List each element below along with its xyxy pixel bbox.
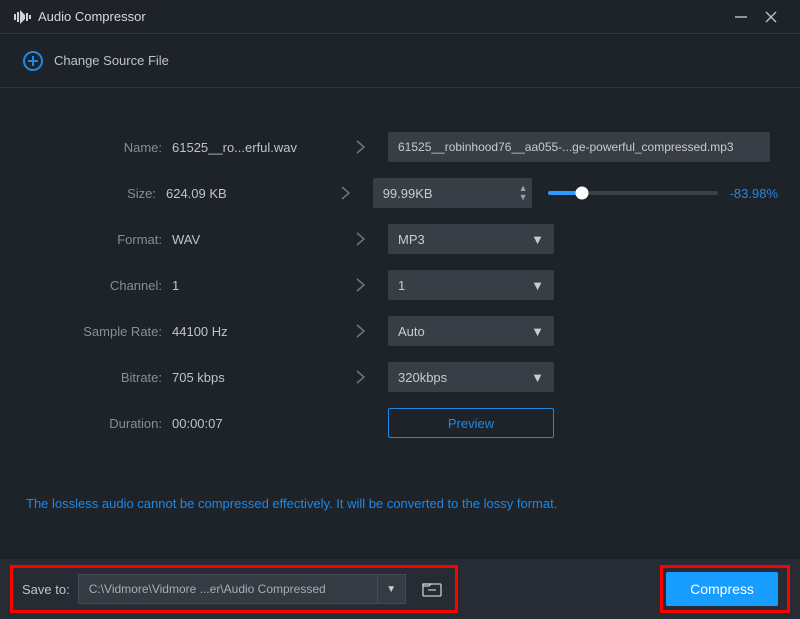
format-dropdown-value: MP3 [398,232,425,247]
slider-thumb[interactable] [575,187,588,200]
channel-label: Channel: [22,278,172,293]
channel-row: Channel: 1 1 ▼ [22,262,778,308]
footer-bar: Save to: C:\Vidmore\Vidmore ...er\Audio … [0,559,800,619]
stepper-arrows-icon[interactable]: ▲▼ [519,184,528,202]
preview-button-label: Preview [448,416,494,431]
size-percent: -83.98% [730,186,778,201]
chevron-down-icon: ▼ [531,278,544,293]
bitrate-value: 705 kbps [172,370,332,385]
chevron-right-icon [319,186,373,200]
samplerate-label: Sample Rate: [22,324,172,339]
chevron-down-icon: ▼ [386,584,396,595]
format-dropdown[interactable]: MP3 ▼ [388,224,554,254]
channel-value: 1 [172,278,332,293]
app-icon [14,10,32,24]
chevron-right-icon [332,370,388,384]
chevron-right-icon [332,232,388,246]
samplerate-dropdown-value: Auto [398,324,425,339]
bitrate-label: Bitrate: [22,370,172,385]
chevron-right-icon [332,140,388,154]
main-content: Name: 61525__ro...erful.wav 61525__robin… [0,88,800,511]
compress-button-label: Compress [690,581,754,597]
size-label: Size: [22,186,166,201]
chevron-right-icon [332,278,388,292]
name-label: Name: [22,140,172,155]
name-value: 61525__ro...erful.wav [172,140,332,155]
bitrate-dropdown-value: 320kbps [398,370,447,385]
preview-button[interactable]: Preview [388,408,554,438]
duration-row: Duration: 00:00:07 Preview [22,400,778,446]
save-path-input[interactable]: C:\Vidmore\Vidmore ...er\Audio Compresse… [78,574,378,604]
close-button[interactable] [756,2,786,32]
compress-button[interactable]: Compress [666,572,778,606]
channel-dropdown-value: 1 [398,278,405,293]
size-slider[interactable] [548,191,718,195]
samplerate-row: Sample Rate: 44100 Hz Auto ▼ [22,308,778,354]
format-value: WAV [172,232,332,247]
samplerate-value: 44100 Hz [172,324,332,339]
size-value: 624.09 KB [166,186,319,201]
chevron-right-icon [332,324,388,338]
size-row: Size: 624.09 KB 99.99KB ▲▼ -83.98% [22,170,778,216]
output-name-input[interactable]: 61525__robinhood76__aa055-...ge-powerful… [388,132,770,162]
chevron-down-icon: ▼ [531,324,544,339]
format-row: Format: WAV MP3 ▼ [22,216,778,262]
window-title: Audio Compressor [38,9,146,24]
add-icon [22,50,44,72]
duration-label: Duration: [22,416,172,431]
minimize-button[interactable] [726,2,756,32]
chevron-down-icon: ▼ [531,370,544,385]
bitrate-row: Bitrate: 705 kbps 320kbps ▼ [22,354,778,400]
save-path-dropdown[interactable]: ▼ [378,574,406,604]
warning-note: The lossless audio cannot be compressed … [22,446,778,511]
change-source-row[interactable]: Change Source File [0,34,800,88]
samplerate-dropdown[interactable]: Auto ▼ [388,316,554,346]
titlebar: Audio Compressor [0,0,800,34]
output-name-text: 61525__robinhood76__aa055-...ge-powerful… [398,140,734,154]
size-stepper[interactable]: 99.99KB ▲▼ [373,178,532,208]
size-stepper-value: 99.99KB [383,186,433,201]
save-path-text: C:\Vidmore\Vidmore ...er\Audio Compresse… [89,582,326,596]
chevron-down-icon: ▼ [531,232,544,247]
name-row: Name: 61525__ro...erful.wav 61525__robin… [22,124,778,170]
bitrate-dropdown[interactable]: 320kbps ▼ [388,362,554,392]
channel-dropdown[interactable]: 1 ▼ [388,270,554,300]
folder-icon [422,581,442,597]
format-label: Format: [22,232,172,247]
save-to-label: Save to: [22,582,70,597]
duration-value: 00:00:07 [172,416,332,431]
browse-folder-button[interactable] [414,574,450,604]
change-source-label: Change Source File [54,53,169,68]
